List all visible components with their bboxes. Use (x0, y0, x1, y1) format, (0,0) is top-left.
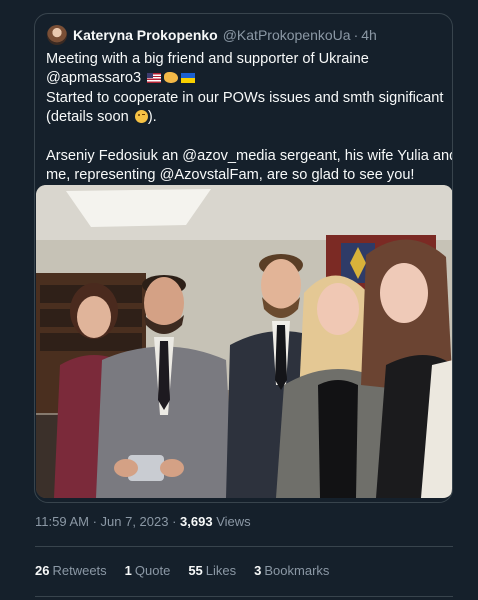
tweet-meta: 11:59 AM · Jun 7, 2023 · 3,693 Views (35, 514, 251, 529)
likes-label: Likes (205, 563, 237, 578)
user-handle[interactable]: @KatProkopenkoUa (223, 27, 351, 43)
tweet-text-line: Started to cooperate in our POWs issues … (46, 89, 444, 106)
retweets-stat[interactable]: 26 Retweets (35, 563, 107, 578)
tweet-card[interactable]: Kateryna Prokopenko @KatProkopenkoUa · 4… (34, 13, 453, 503)
tweet-text: Meeting with a big friend and supporter … (46, 50, 453, 186)
tweet-text-fragment: (details soon (46, 109, 129, 126)
tweet-text-fragment: ). (147, 109, 157, 126)
us-flag-icon (147, 73, 162, 84)
handshake-icon (164, 72, 179, 84)
bookmarks-stat[interactable]: 3 Bookmarks (254, 563, 329, 578)
divider (35, 596, 453, 597)
divider (35, 546, 453, 547)
header-separator: · (353, 27, 359, 43)
tweet-photo[interactable] (36, 185, 452, 498)
tweet-text-line: @apmassaro3 (46, 69, 446, 88)
bookmarks-count: 3 (254, 563, 262, 578)
tweet-header: Kateryna Prokopenko @KatProkopenkoUa · 4… (47, 25, 377, 45)
quotes-label: Quote (134, 563, 171, 578)
photo-illustration (36, 185, 452, 498)
likes-count: 55 (188, 563, 203, 578)
quotes-count: 1 (124, 563, 132, 578)
likes-stat[interactable]: 55 Likes (188, 563, 236, 578)
winking-face-icon (134, 110, 148, 124)
tweet-text-line: Arseniy Fedosiuk an @azov_media sergeant… (46, 147, 453, 164)
retweets-count: 26 (35, 563, 50, 578)
display-name[interactable]: Kateryna Prokopenko (73, 27, 218, 43)
views-count: 3,693 (180, 514, 213, 529)
tweet-text-line: me, representing @AzovstalFam, are so gl… (46, 167, 415, 184)
tweet-timestamp[interactable]: 11:59 AM · Jun 7, 2023 · (35, 514, 180, 529)
ukraine-flag-icon (181, 73, 196, 84)
quotes-stat[interactable]: 1 Quote (125, 563, 171, 578)
views-label: Views (216, 514, 251, 529)
avatar[interactable] (47, 25, 67, 45)
tweet-text-line: (details soon ). (46, 108, 446, 127)
bookmarks-label: Bookmarks (264, 563, 330, 578)
mention-link[interactable]: @apmassaro3 (46, 70, 141, 86)
tweet-text-line: Meeting with a big friend and supporter … (46, 51, 369, 67)
tweet-stats: 26 Retweets 1 Quote 55 Likes 3 Bookmarks (35, 563, 329, 578)
retweets-label: Retweets (52, 563, 107, 578)
tweet-time[interactable]: 4h (361, 27, 377, 43)
